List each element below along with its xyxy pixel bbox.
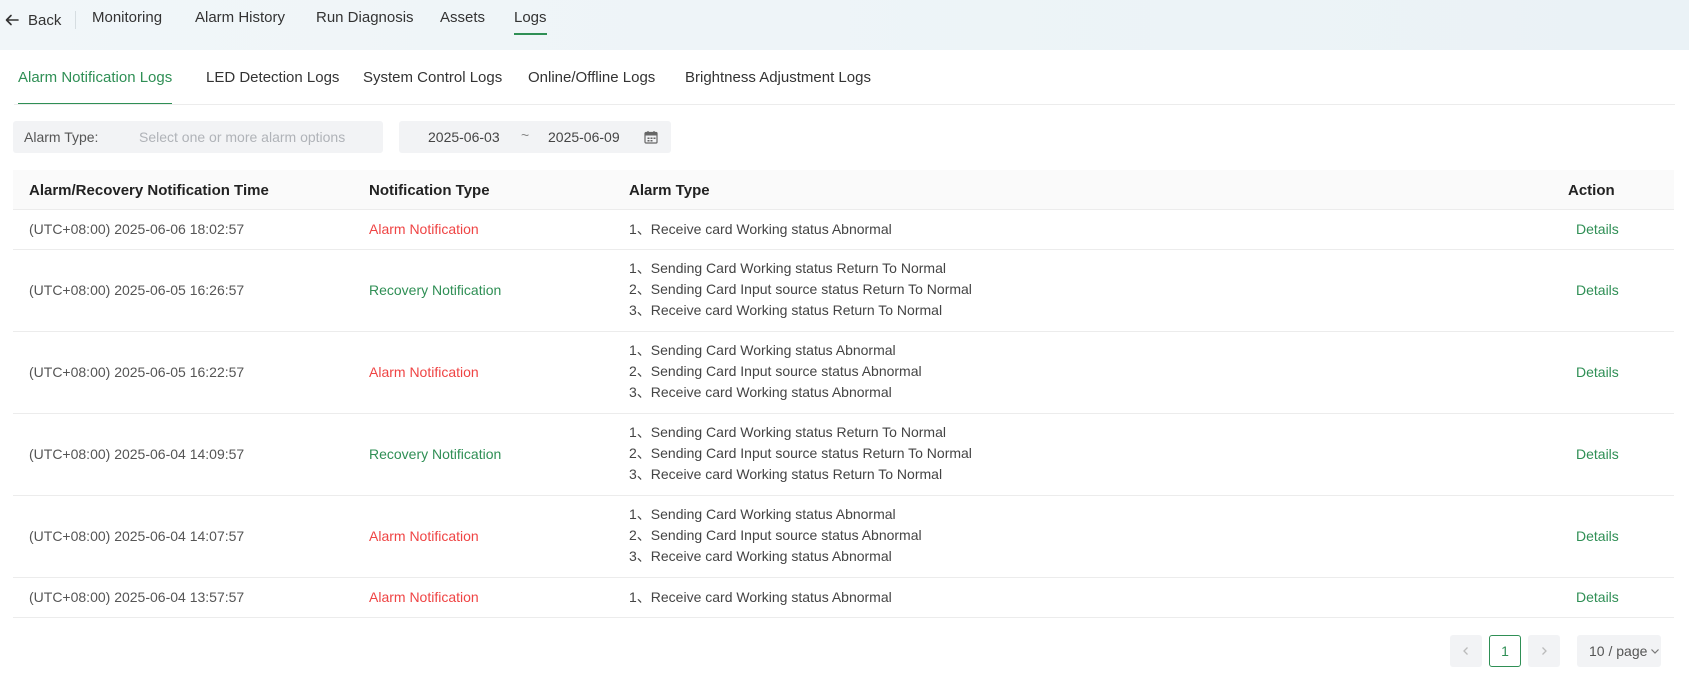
- col-alarm-type: Alarm Type: [629, 182, 710, 199]
- table-row: (UTC+08:00) 2025-06-05 16:26:57 Recovery …: [13, 250, 1674, 332]
- col-notification-time: Alarm/Recovery Notification Time: [29, 182, 269, 199]
- alarm-log-table: Alarm/Recovery Notification Time Notific…: [13, 170, 1674, 618]
- chevron-down-icon: [1651, 649, 1660, 654]
- details-link[interactable]: Details: [1576, 282, 1619, 298]
- nav-alarm-history[interactable]: Alarm History: [195, 9, 285, 35]
- notification-time: (UTC+08:00) 2025-06-05 16:22:57: [29, 364, 245, 380]
- tab-brightness-adjustment-logs[interactable]: Brightness Adjustment Logs: [685, 69, 871, 105]
- date-end[interactable]: 2025-06-09: [548, 129, 620, 145]
- arrow-left-icon: [5, 14, 19, 26]
- notification-type: Alarm Notification: [369, 589, 479, 605]
- tab-alarm-notification-logs[interactable]: Alarm Notification Logs: [18, 69, 173, 105]
- table-row: (UTC+08:00) 2025-06-06 18:02:57 Alarm Not…: [13, 210, 1674, 250]
- notification-time: (UTC+08:00) 2025-06-06 18:02:57: [29, 221, 245, 237]
- nav-logs[interactable]: Logs: [514, 9, 547, 35]
- col-notification-type: Notification Type: [369, 182, 490, 199]
- details-link[interactable]: Details: [1576, 364, 1619, 380]
- alarm-type-item: 1、Receive card Working status Abnormal: [629, 221, 892, 237]
- alarm-type-list: 1、Receive card Working status Abnormal: [629, 587, 892, 608]
- table-row: (UTC+08:00) 2025-06-05 16:22:57 Alarm Not…: [13, 332, 1674, 414]
- page-size-select[interactable]: 10 / page: [1577, 635, 1661, 667]
- back-label: Back: [28, 11, 62, 29]
- tab-online-offline-logs[interactable]: Online/Offline Logs: [528, 69, 655, 105]
- alarm-type-item: 2、Sending Card Input source status Abnor…: [629, 527, 922, 543]
- top-nav-bar: Back Monitoring Alarm History Run Diagno…: [0, 0, 1689, 50]
- col-action: Action: [1568, 182, 1615, 199]
- alarm-type-item: 1、Sending Card Working status Return To …: [629, 260, 946, 276]
- next-page-button[interactable]: [1528, 635, 1560, 667]
- date-separator: ~: [521, 127, 530, 143]
- notification-time: (UTC+08:00) 2025-06-04 14:07:57: [29, 528, 245, 544]
- details-link[interactable]: Details: [1576, 446, 1619, 462]
- alarm-type-item: 2、Sending Card Input source status Retur…: [629, 445, 972, 461]
- notification-type: Recovery Notification: [369, 282, 502, 298]
- nav-run-diagnosis[interactable]: Run Diagnosis: [316, 9, 414, 35]
- alarm-type-label: Alarm Type:: [24, 129, 99, 145]
- alarm-type-item: 3、Receive card Working status Abnormal: [629, 548, 892, 564]
- notification-time: (UTC+08:00) 2025-06-04 14:09:57: [29, 446, 245, 462]
- alarm-type-item: 2、Sending Card Input source status Abnor…: [629, 363, 922, 379]
- tabs-divider: [14, 104, 1675, 105]
- chevron-right-icon: [1542, 647, 1547, 655]
- alarm-type-select[interactable]: Alarm Type: Select one or more alarm opt…: [13, 121, 383, 153]
- notification-type: Recovery Notification: [369, 446, 502, 462]
- notification-time: (UTC+08:00) 2025-06-05 16:26:57: [29, 282, 245, 298]
- alarm-type-placeholder: Select one or more alarm options: [139, 129, 346, 145]
- prev-page-button[interactable]: [1450, 635, 1482, 667]
- alarm-type-list: 1、Sending Card Working status Return To …: [629, 258, 972, 321]
- alarm-type-item: 2、Sending Card Input source status Retur…: [629, 281, 972, 297]
- details-link[interactable]: Details: [1576, 528, 1619, 544]
- alarm-type-item: 1、Receive card Working status Abnormal: [629, 589, 892, 605]
- nav-monitoring[interactable]: Monitoring: [92, 9, 162, 35]
- page-size-label: 10 / page: [1589, 643, 1648, 659]
- details-link[interactable]: Details: [1576, 221, 1619, 237]
- alarm-type-list: 1、Sending Card Working status Abnormal 2、…: [629, 504, 922, 567]
- back-button[interactable]: Back: [4, 9, 61, 31]
- alarm-type-item: 3、Receive card Working status Abnormal: [629, 384, 892, 400]
- page-1-button[interactable]: 1: [1489, 635, 1521, 667]
- alarm-type-item: 1、Sending Card Working status Abnormal: [629, 506, 896, 522]
- notification-time: (UTC+08:00) 2025-06-04 13:57:57: [29, 589, 245, 605]
- details-link[interactable]: Details: [1576, 589, 1619, 605]
- chevron-left-icon: [1463, 647, 1468, 655]
- notification-type: Alarm Notification: [369, 364, 479, 380]
- notification-type: Alarm Notification: [369, 221, 479, 237]
- alarm-type-item: 1、Sending Card Working status Return To …: [629, 424, 946, 440]
- table-header: Alarm/Recovery Notification Time Notific…: [13, 170, 1674, 210]
- nav-divider: [75, 11, 76, 29]
- date-start[interactable]: 2025-06-03: [428, 129, 500, 145]
- date-range-picker[interactable]: 2025-06-03 ~ 2025-06-09: [399, 121, 671, 153]
- log-tabs: Alarm Notification Logs LED Detection Lo…: [0, 50, 1689, 105]
- tab-led-detection-logs[interactable]: LED Detection Logs: [206, 69, 339, 105]
- table-row: (UTC+08:00) 2025-06-04 13:57:57 Alarm Not…: [13, 578, 1674, 618]
- alarm-type-list: 1、Sending Card Working status Return To …: [629, 422, 972, 485]
- alarm-type-item: 1、Sending Card Working status Abnormal: [629, 342, 896, 358]
- table-row: (UTC+08:00) 2025-06-04 14:07:57 Alarm Not…: [13, 496, 1674, 578]
- notification-type: Alarm Notification: [369, 528, 479, 544]
- tab-system-control-logs[interactable]: System Control Logs: [363, 69, 502, 105]
- alarm-type-list: 1、Sending Card Working status Abnormal 2、…: [629, 340, 922, 403]
- alarm-type-item: 3、Receive card Working status Return To …: [629, 466, 943, 482]
- alarm-type-list: 1、Receive card Working status Abnormal: [629, 219, 892, 240]
- nav-assets[interactable]: Assets: [440, 9, 485, 35]
- table-row: (UTC+08:00) 2025-06-04 14:09:57 Recovery …: [13, 414, 1674, 496]
- alarm-type-item: 3、Receive card Working status Return To …: [629, 302, 943, 318]
- calendar-icon[interactable]: [644, 130, 658, 144]
